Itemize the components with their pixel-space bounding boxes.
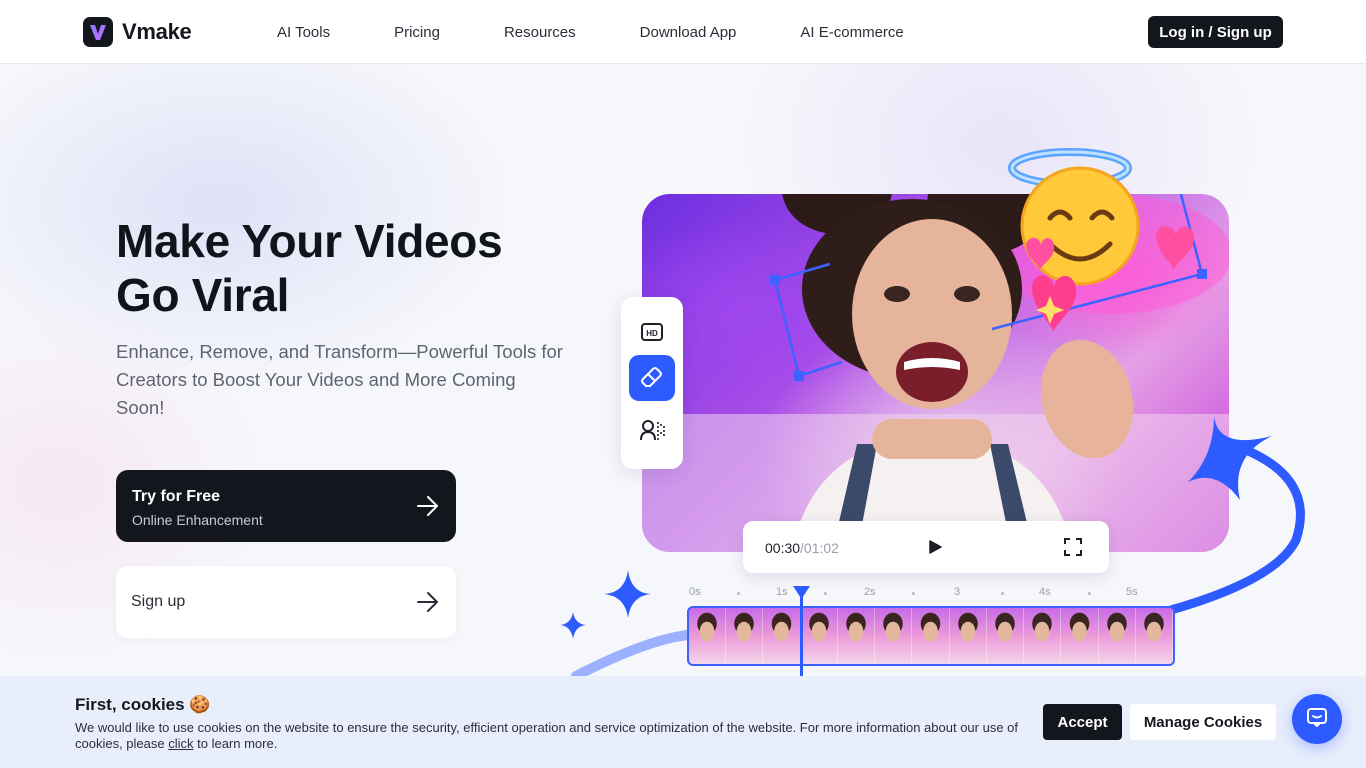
person-remove-icon — [639, 418, 665, 447]
star-burst-icon — [1188, 416, 1272, 500]
ruler-tick: 4s — [1039, 586, 1051, 598]
nav-link-ai-ecommerce[interactable]: AI E-commerce — [800, 24, 903, 41]
ruler-tick: 2s — [864, 586, 876, 598]
chat-icon — [1306, 706, 1328, 733]
ruler-tick: 1s — [776, 586, 788, 598]
cookie-learn-more-link[interactable]: click — [168, 736, 193, 751]
arrow-right-icon — [416, 495, 440, 522]
ruler-dot — [1088, 592, 1091, 595]
time-display: 00:30/01:02 — [765, 540, 839, 556]
hero-visual: HD 00:30/01:02 0s 1s 2s 3 4s 5s — [556, 140, 1316, 676]
fullscreen-icon[interactable] — [1063, 537, 1083, 562]
film-frame — [837, 608, 876, 664]
cookie-title-text: First, cookies — [75, 695, 185, 714]
eraser-tool[interactable] — [629, 355, 675, 401]
hd-icon: HD — [640, 322, 664, 347]
film-frame — [1098, 608, 1136, 664]
try-for-free-sublabel: Online Enhancement — [132, 512, 263, 528]
angel-emoji-sticker — [1008, 148, 1195, 332]
arrow-right-icon — [416, 591, 440, 618]
cookie-text-after: to learn more. — [193, 736, 278, 751]
cookie-banner: First, cookies 🍪 We would like to use co… — [0, 676, 1366, 768]
total-time: /01:02 — [800, 540, 839, 556]
nav-link-ai-tools[interactable]: AI Tools — [277, 24, 330, 41]
cookie-title: First, cookies 🍪 — [75, 695, 211, 715]
nav-link-resources[interactable]: Resources — [504, 24, 576, 41]
player-controls: 00:30/01:02 — [743, 521, 1109, 573]
film-frame — [800, 608, 838, 664]
manage-cookies-button[interactable]: Manage Cookies — [1130, 704, 1276, 740]
play-icon[interactable] — [927, 539, 943, 560]
nav-link-download-app[interactable]: Download App — [640, 24, 737, 41]
nav-link-pricing[interactable]: Pricing — [394, 24, 440, 41]
film-frame — [875, 608, 913, 664]
film-frame — [986, 608, 1025, 664]
film-frame — [1024, 608, 1062, 664]
film-frame — [763, 608, 801, 664]
film-frame — [1135, 608, 1173, 664]
chat-support-button[interactable] — [1292, 694, 1342, 744]
playhead-marker-icon[interactable] — [792, 585, 811, 606]
hd-enhance-tool[interactable]: HD — [629, 311, 675, 357]
sign-up-label: Sign up — [131, 593, 186, 610]
current-time: 00:30 — [765, 540, 801, 556]
ruler-dot — [737, 592, 740, 595]
hero-subtitle: Enhance, Remove, and Transform—Powerful … — [116, 341, 563, 418]
nav-links: AI Tools Pricing Resources Download App … — [277, 0, 968, 64]
brand-logo[interactable]: Vmake — [83, 17, 192, 47]
brand-name: Vmake — [122, 19, 192, 44]
cookie-icon: 🍪 — [189, 695, 211, 714]
ruler-dot — [1001, 592, 1004, 595]
ruler-tick: 3 — [954, 586, 961, 598]
eraser-icon — [639, 363, 665, 394]
timeline-ruler: 0s 1s 2s 3 4s 5s — [686, 584, 1146, 600]
ruler-dot — [824, 592, 827, 595]
hero-title: Make Your Videos Go Viral — [116, 214, 596, 322]
cookie-text: We would like to use cookies on the webs… — [75, 720, 1035, 752]
person-remove-tool[interactable] — [629, 409, 675, 455]
ruler-tick: 0s — [689, 586, 701, 598]
hero-title-line1: Make Your Videos — [116, 215, 503, 267]
film-frame — [689, 608, 727, 664]
top-nav: Vmake AI Tools Pricing Resources Downloa… — [0, 0, 1366, 64]
film-frame — [726, 608, 764, 664]
timeline-filmstrip[interactable] — [687, 606, 1175, 666]
accept-cookies-button[interactable]: Accept — [1043, 704, 1122, 740]
svg-text:HD: HD — [646, 329, 658, 338]
film-frame — [912, 608, 950, 664]
login-signup-button[interactable]: Log in / Sign up — [1148, 16, 1283, 48]
film-frame — [949, 608, 987, 664]
tool-panel: HD — [621, 297, 683, 469]
sparkle-icon — [560, 570, 651, 639]
hero-title-line2: Go Viral — [116, 269, 290, 321]
try-for-free-button[interactable]: Try for Free Online Enhancement — [116, 470, 456, 542]
film-frame — [1061, 608, 1099, 664]
ruler-dot — [912, 592, 915, 595]
try-for-free-label: Try for Free — [132, 488, 221, 505]
ruler-tick: 5s — [1126, 586, 1138, 598]
vmake-logo-icon — [83, 17, 113, 47]
sign-up-button[interactable]: Sign up — [116, 566, 456, 638]
